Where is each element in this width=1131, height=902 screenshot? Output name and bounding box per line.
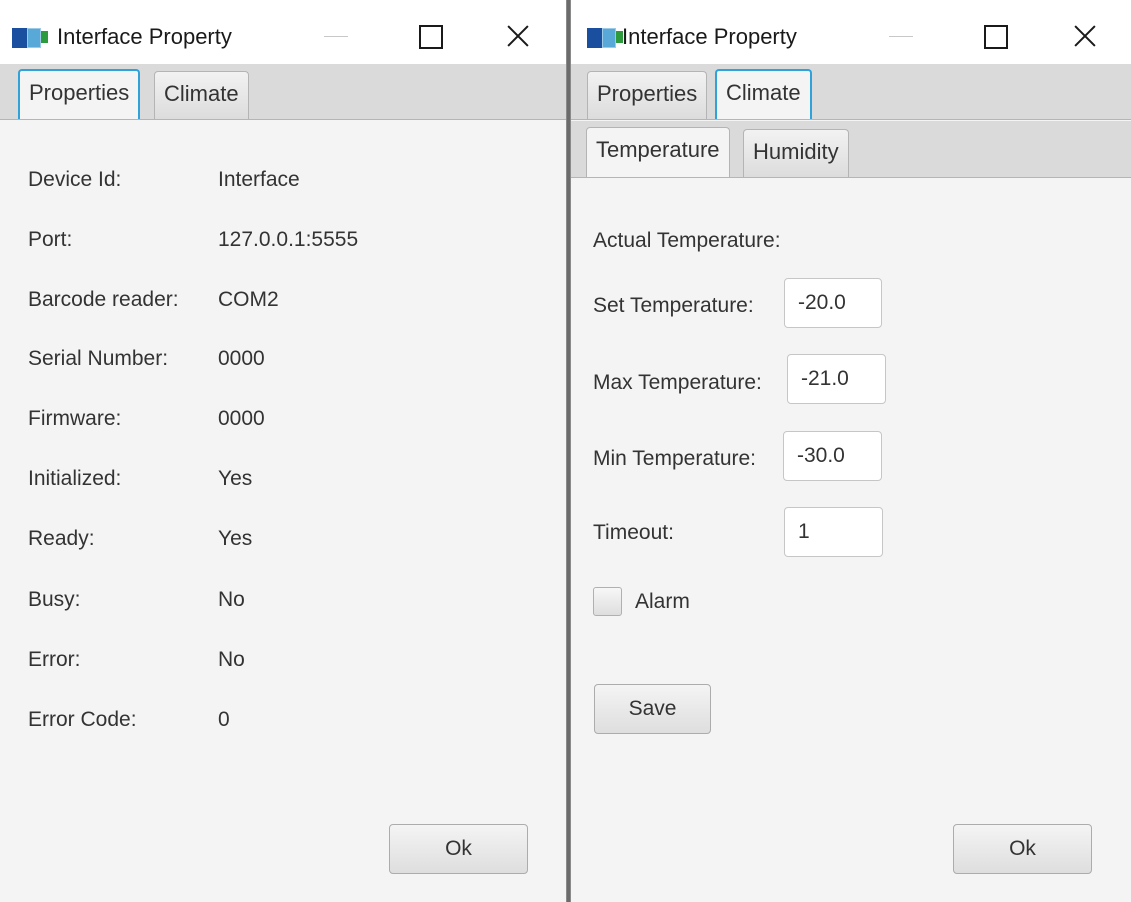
device-id-value: Interface — [218, 168, 300, 191]
port-value: 127.0.0.1:5555 — [218, 228, 359, 251]
tab-properties[interactable]: Properties — [18, 69, 141, 119]
port-label: Port: — [28, 228, 73, 251]
minimize-icon[interactable] — [312, 16, 360, 56]
tab-humidity[interactable]: Humidity — [743, 129, 849, 177]
ready-label: Ready: — [28, 527, 95, 550]
serial-number-value: 0000 — [218, 347, 265, 370]
firmware-label: Firmware: — [28, 407, 122, 430]
ok-button[interactable]: Ok — [953, 824, 1092, 874]
ready-value: Yes — [218, 527, 253, 550]
firmware-value: 0000 — [218, 407, 265, 430]
main-tabstrip: Properties Climate — [571, 64, 1131, 120]
initialized-value: Yes — [218, 467, 253, 490]
ok-button[interactable]: Ok — [389, 824, 528, 874]
barcode-reader-label: Barcode reader: — [28, 288, 179, 311]
serial-number-label: Serial Number: — [28, 347, 169, 370]
app-icon — [12, 28, 48, 48]
set-temperature-label: Set Temperature: — [593, 294, 754, 317]
window-title: Interface Property — [57, 24, 232, 49]
error-label: Error: — [28, 648, 81, 671]
close-icon[interactable] — [1061, 16, 1109, 56]
error-value: No — [218, 648, 245, 671]
title-bar[interactable]: Interface Property — [571, 0, 1131, 64]
error-code-value: 0 — [218, 708, 230, 731]
max-temperature-label: Max Temperature: — [593, 371, 762, 394]
actual-temperature-label: Actual Temperature: — [593, 229, 781, 252]
set-temperature-field[interactable]: -20.0 — [784, 278, 882, 328]
min-temperature-label: Min Temperature: — [593, 447, 757, 470]
right-window: Interface Property Properties Climate Te… — [570, 0, 1131, 902]
climate-subtabstrip: Temperature Humidity — [571, 121, 1131, 178]
timeout-field[interactable]: 1 — [784, 507, 883, 557]
maximize-icon[interactable] — [406, 16, 454, 56]
barcode-reader-value: COM2 — [218, 288, 279, 311]
close-icon[interactable] — [494, 16, 542, 56]
tab-properties[interactable]: Properties — [587, 71, 708, 119]
tab-climate[interactable]: Climate — [154, 71, 249, 119]
initialized-label: Initialized: — [28, 467, 122, 490]
tab-climate[interactable]: Climate — [715, 69, 812, 119]
window-title: Interface Property — [622, 24, 797, 49]
min-temperature-field[interactable]: -30.0 — [783, 431, 882, 481]
app-icon — [587, 28, 623, 48]
tab-temperature[interactable]: Temperature — [586, 127, 730, 177]
alarm-label: Alarm — [635, 590, 690, 613]
maximize-icon[interactable] — [971, 16, 1019, 56]
minimize-icon[interactable] — [877, 16, 925, 56]
save-button[interactable]: Save — [594, 684, 711, 734]
timeout-label: Timeout: — [593, 521, 674, 544]
device-id-label: Device Id: — [28, 168, 122, 191]
main-tabstrip: Properties Climate — [0, 64, 566, 120]
left-window: Interface Property Properties Climate De… — [0, 0, 567, 902]
title-bar[interactable]: Interface Property — [0, 0, 566, 64]
busy-value: No — [218, 588, 245, 611]
error-code-label: Error Code: — [28, 708, 137, 731]
max-temperature-field[interactable]: -21.0 — [787, 354, 886, 404]
alarm-checkbox[interactable] — [593, 587, 622, 616]
busy-label: Busy: — [28, 588, 81, 611]
